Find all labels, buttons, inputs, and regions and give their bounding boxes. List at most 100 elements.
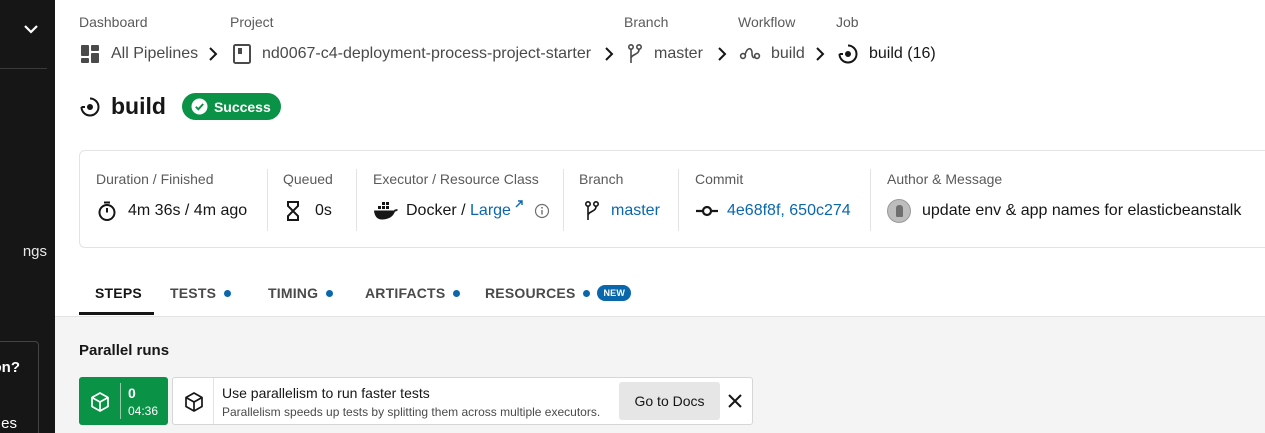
dashboard-icon bbox=[81, 45, 99, 63]
author-label: Author & Message bbox=[887, 171, 1003, 187]
status-text: Success bbox=[213, 98, 271, 115]
tip-subtitle: Parallelism speeds up tests by splitting… bbox=[222, 405, 601, 419]
indicator-dot bbox=[583, 289, 591, 297]
chevron-right-icon bbox=[816, 47, 825, 61]
tab-resources[interactable]: RESOURCES NEW bbox=[485, 270, 632, 316]
sidebar-divider bbox=[0, 68, 47, 69]
tab-label: TIMING bbox=[268, 285, 319, 301]
executor-value: Docker bbox=[406, 202, 457, 219]
main-content: Dashboard All Pipelines Project nd0067-c… bbox=[55, 0, 1265, 433]
queued-label: Queued bbox=[283, 171, 333, 187]
resource-class-link[interactable]: Large bbox=[470, 202, 511, 220]
tab-artifacts[interactable]: ARTIFACTS bbox=[365, 270, 461, 316]
commit-link[interactable]: 4e68f8f, 650c274 bbox=[727, 202, 851, 220]
indicator-dot bbox=[326, 289, 334, 297]
run-duration: 04:36 bbox=[128, 404, 159, 418]
tab-label: STEPS bbox=[95, 285, 142, 301]
breadcrumb-current-job: build (16) bbox=[837, 42, 936, 66]
branch-label: Branch bbox=[579, 171, 624, 187]
queued-value: 0s bbox=[315, 202, 332, 219]
divider bbox=[267, 169, 268, 231]
duration-value-row: 4m 36s / 4m ago bbox=[96, 199, 247, 223]
breadcrumb-label: Dashboard bbox=[79, 14, 148, 30]
branch-value-row[interactable]: master bbox=[583, 199, 660, 223]
executor-value-row: Docker / Large bbox=[373, 199, 550, 223]
breadcrumb-label: Job bbox=[836, 14, 859, 30]
close-icon[interactable] bbox=[726, 392, 744, 410]
breadcrumb-link-workflow[interactable]: build bbox=[739, 42, 805, 66]
tab-steps[interactable]: STEPS bbox=[95, 270, 142, 316]
info-icon[interactable] bbox=[534, 203, 550, 219]
divider bbox=[120, 383, 121, 419]
commit-label: Commit bbox=[695, 171, 744, 187]
hourglass-icon bbox=[287, 201, 299, 221]
commit-icon bbox=[696, 205, 718, 217]
breadcrumb-value: build (16) bbox=[869, 45, 936, 62]
tab-label: TESTS bbox=[170, 285, 217, 301]
tab-timing[interactable]: TIMING bbox=[268, 270, 334, 316]
breadcrumb-link-all-pipelines[interactable]: All Pipelines bbox=[79, 42, 198, 66]
parallel-run-0[interactable]: 0 04:36 bbox=[79, 377, 168, 425]
chevron-right-icon bbox=[718, 47, 727, 61]
tip-title: Use parallelism to run faster tests bbox=[222, 385, 430, 401]
commit-value-row[interactable]: 4e68f8f, 650c274 bbox=[695, 199, 851, 223]
avatar bbox=[887, 199, 911, 223]
queued-value-row: 0s bbox=[283, 199, 332, 223]
breadcrumb-link-branch[interactable]: master bbox=[626, 42, 703, 66]
breadcrumb-link-project[interactable]: nd0067-c4-deployment-process-project-sta… bbox=[232, 42, 591, 66]
breadcrumb-label: Branch bbox=[624, 14, 669, 30]
indicator-dot bbox=[224, 289, 232, 297]
active-tab-underline bbox=[79, 312, 154, 315]
cube-icon bbox=[185, 392, 203, 412]
parallelism-tip: Use parallelism to run faster tests Para… bbox=[172, 377, 753, 425]
executor-separator: / bbox=[456, 202, 471, 219]
duration-label: Duration / Finished bbox=[96, 171, 214, 187]
divider bbox=[213, 378, 214, 424]
chevron-right-icon bbox=[209, 47, 218, 61]
tab-label: ARTIFACTS bbox=[365, 285, 446, 301]
check-circle-icon bbox=[191, 98, 208, 115]
stopwatch-icon bbox=[98, 201, 116, 221]
breadcrumb-value: All Pipelines bbox=[111, 45, 199, 62]
parallel-runs-title: Parallel runs bbox=[79, 342, 170, 359]
sidebar: ngs on? es bbox=[0, 0, 55, 433]
page-title: build bbox=[111, 93, 166, 119]
indicator-dot bbox=[453, 289, 461, 297]
breadcrumb-label: Workflow bbox=[738, 14, 796, 30]
external-link-icon[interactable] bbox=[514, 200, 524, 214]
steps-panel: Parallel runs 0 04:36 Use parallelism to… bbox=[55, 317, 1265, 433]
sidebar-item-settings[interactable]: ngs bbox=[23, 243, 47, 260]
divider bbox=[678, 169, 679, 231]
tab-label: RESOURCES bbox=[485, 285, 576, 301]
breadcrumb-value: build bbox=[771, 45, 805, 62]
new-badge: NEW bbox=[597, 285, 632, 301]
cube-icon bbox=[91, 392, 109, 412]
breadcrumb-value: nd0067-c4-deployment-process-project-sta… bbox=[262, 45, 592, 62]
go-to-docs-button[interactable]: Go to Docs bbox=[619, 382, 720, 420]
job-icon bbox=[80, 97, 100, 116]
chevron-right-icon bbox=[605, 47, 614, 61]
divider bbox=[356, 169, 357, 231]
job-info-card: Duration / Finished 4m 36s / 4m ago Queu… bbox=[79, 150, 1265, 248]
breadcrumb-label: Project bbox=[230, 14, 274, 30]
job-icon bbox=[838, 44, 858, 64]
workflow-icon bbox=[739, 47, 761, 60]
branch-icon bbox=[627, 43, 643, 63]
divider bbox=[563, 169, 564, 231]
project-icon bbox=[233, 44, 251, 64]
sidebar-promo-text[interactable]: es bbox=[1, 415, 17, 432]
docker-icon bbox=[374, 202, 398, 220]
executor-label: Executor / Resource Class bbox=[373, 171, 539, 187]
author-value-row: update env & app names for elasticbeanst… bbox=[887, 199, 1241, 223]
commit-message: update env & app names for elasticbeanst… bbox=[922, 202, 1242, 219]
chevron-down-icon[interactable] bbox=[22, 20, 40, 38]
run-index: 0 bbox=[128, 385, 136, 401]
sidebar-promo-question: on? bbox=[0, 359, 20, 376]
branch-link[interactable]: master bbox=[611, 202, 660, 220]
divider bbox=[870, 169, 871, 231]
status-badge: Success bbox=[181, 93, 281, 120]
tab-tests[interactable]: TESTS bbox=[170, 270, 232, 316]
duration-value: 4m 36s / 4m ago bbox=[128, 202, 248, 219]
branch-icon bbox=[584, 200, 600, 220]
breadcrumb-value: master bbox=[654, 45, 703, 62]
